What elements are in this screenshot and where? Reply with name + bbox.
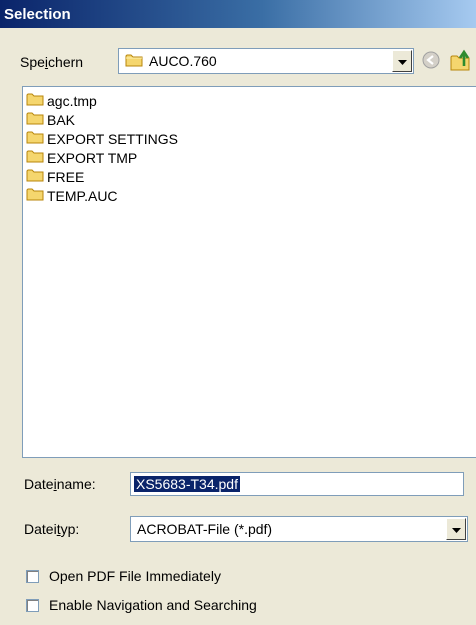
open-pdf-option[interactable]: Open PDF File Immediately	[26, 568, 221, 584]
folder-icon	[26, 130, 44, 147]
save-in-label: Speichern	[20, 54, 84, 70]
chevron-down-icon	[397, 53, 407, 69]
folder-icon	[26, 168, 44, 185]
list-item[interactable]: FREE	[23, 167, 476, 186]
list-item-label: TEMP.AUC	[47, 187, 118, 204]
list-item-label: FREE	[47, 168, 85, 185]
filetype-select[interactable]: ACROBAT-File (*.pdf)	[130, 516, 468, 542]
folder-icon	[26, 187, 44, 204]
list-item[interactable]: EXPORT TMP	[23, 148, 476, 167]
open-pdf-checkbox[interactable]	[26, 569, 39, 583]
filetype-label: Dateityp:	[24, 521, 80, 537]
list-item[interactable]: EXPORT SETTINGS	[23, 129, 476, 148]
enable-nav-checkbox[interactable]	[26, 598, 39, 612]
list-item-label: BAK	[47, 111, 76, 128]
chevron-down-icon	[451, 521, 461, 537]
list-item-label: EXPORT SETTINGS	[47, 130, 178, 147]
up-folder-icon	[449, 48, 473, 75]
list-item[interactable]: TEMP.AUC	[23, 186, 476, 205]
folder-icon	[26, 92, 44, 109]
filetype-value: ACROBAT-File (*.pdf)	[137, 521, 273, 537]
filename-input[interactable]: XS5683-T34.pdf	[130, 472, 464, 496]
folder-icon	[26, 149, 44, 166]
current-folder-text: AUCO.760	[149, 53, 217, 69]
list-item-label: agc.tmp	[47, 92, 97, 109]
save-in-combo[interactable]: AUCO.760	[118, 48, 414, 74]
filename-value: XS5683-T34.pdf	[134, 476, 240, 492]
filename-label: Dateiname:	[24, 476, 96, 492]
back-button[interactable]	[420, 50, 442, 72]
save-in-dropdown-button[interactable]	[392, 50, 412, 72]
title-bar: Selection	[0, 0, 476, 28]
enable-nav-label: Enable Navigation and Searching	[49, 597, 257, 613]
open-pdf-label: Open PDF File Immediately	[49, 568, 221, 584]
filetype-dropdown-button[interactable]	[446, 518, 466, 540]
list-item[interactable]: agc.tmp	[23, 91, 476, 110]
folder-icon	[125, 53, 143, 70]
back-arrow-icon	[422, 51, 440, 72]
up-folder-button[interactable]	[448, 48, 474, 74]
save-in-row: Speichern AUCO.760	[0, 42, 476, 78]
enable-nav-option[interactable]: Enable Navigation and Searching	[26, 597, 257, 613]
folder-icon	[26, 111, 44, 128]
file-list[interactable]: agc.tmp BAK EXPORT SETTINGS EXPORT TMP F…	[22, 86, 476, 458]
window-title: Selection	[4, 5, 71, 23]
list-item[interactable]: BAK	[23, 110, 476, 129]
list-item-label: EXPORT TMP	[47, 149, 138, 166]
